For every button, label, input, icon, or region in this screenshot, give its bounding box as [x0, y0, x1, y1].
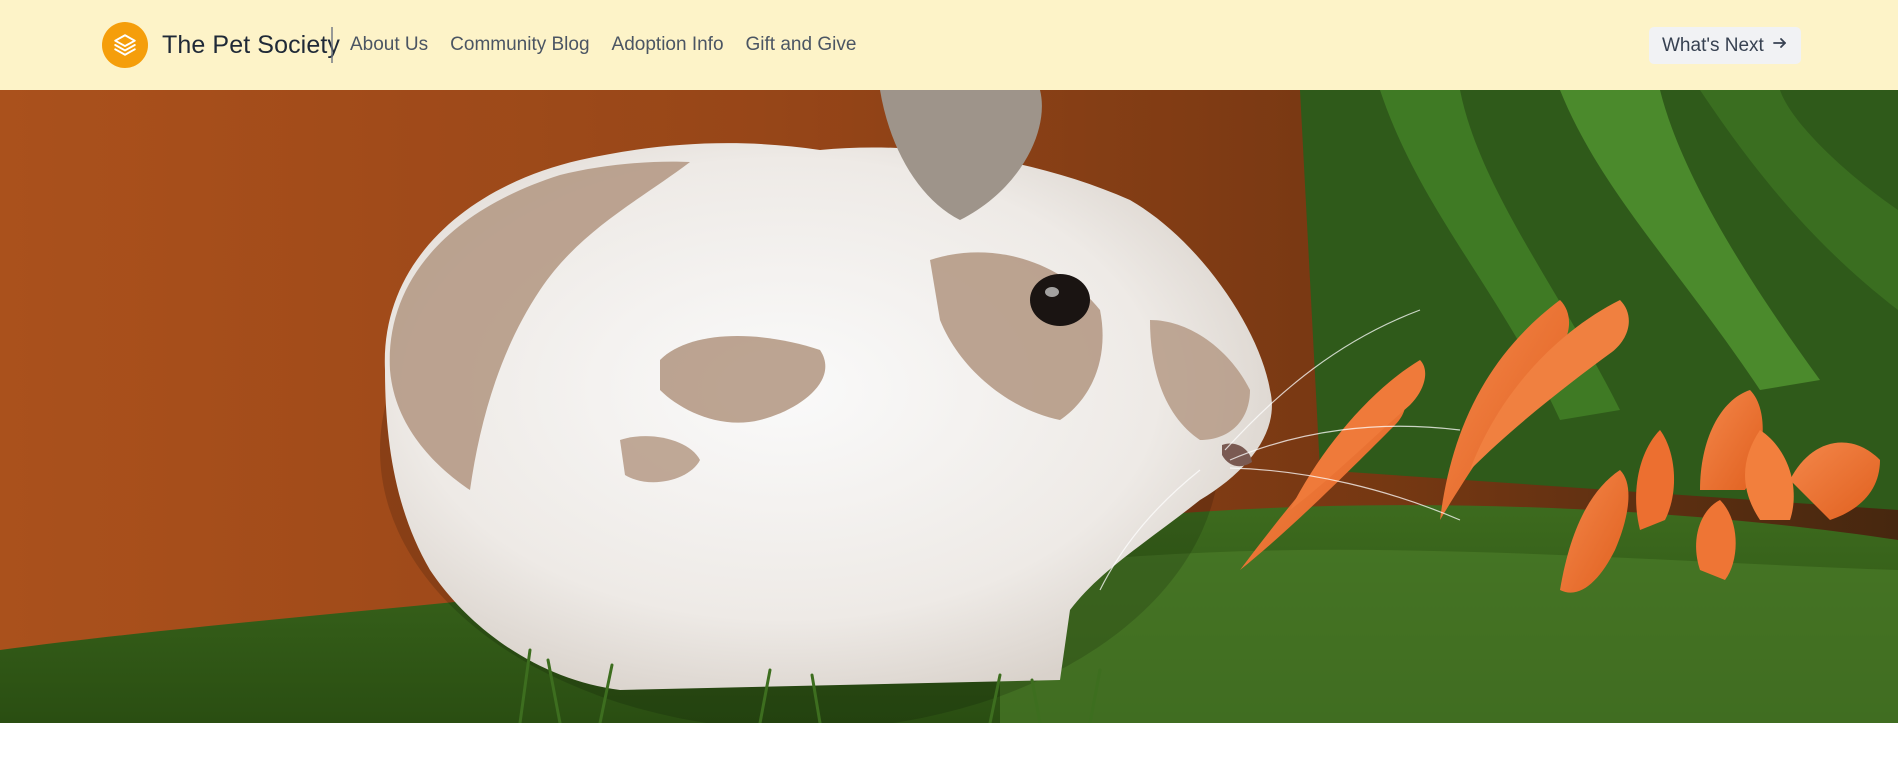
- hero-image: [0, 90, 1898, 723]
- main-nav: About Us Community Blog Adoption Info Gi…: [350, 30, 878, 60]
- site-header: The Pet Society About Us Community Blog …: [0, 0, 1898, 90]
- arrow-right-icon: [1772, 35, 1788, 57]
- nav-gift-and-give[interactable]: Gift and Give: [746, 34, 857, 56]
- whats-next-label: What's Next: [1662, 34, 1764, 56]
- rabbit-with-carrots-photo: [0, 90, 1898, 723]
- header-divider: [331, 27, 333, 63]
- stack-layers-icon: [102, 22, 148, 68]
- nav-community-blog[interactable]: Community Blog: [450, 34, 589, 56]
- nav-about-us[interactable]: About Us: [350, 34, 428, 56]
- nav-adoption-info[interactable]: Adoption Info: [612, 34, 724, 56]
- whats-next-button[interactable]: What's Next: [1649, 27, 1801, 64]
- page: The Pet Society About Us Community Blog …: [0, 0, 1898, 769]
- brand-home-link[interactable]: The Pet Society: [102, 22, 340, 68]
- brand-name: The Pet Society: [162, 30, 340, 59]
